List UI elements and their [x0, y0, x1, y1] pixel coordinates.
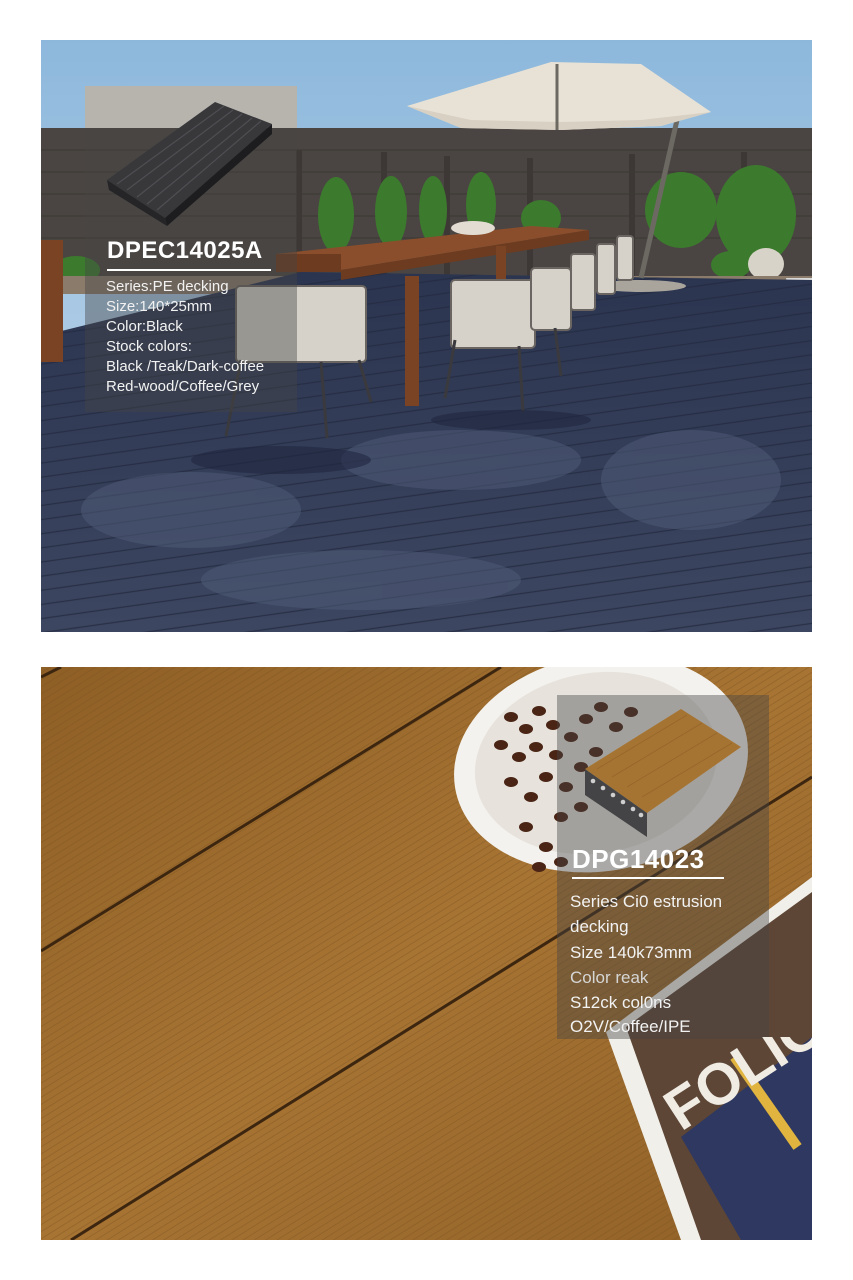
product-model-title: DPEC14025A [107, 237, 263, 264]
spec-color: Color reak [570, 968, 649, 987]
spec-series: Series Ci0 estrusion [570, 892, 723, 911]
spec-series-cont: decking [570, 917, 629, 936]
spec-stock-colors-label: Stock colors: [106, 338, 192, 355]
black-decking-photo: DPEC14025A Series:PE decking Size:140*25… [41, 40, 812, 632]
spec-stock-colors-line: O2V/Coffee/IPE [570, 1017, 691, 1036]
spec-series: Series:PE decking [106, 278, 229, 295]
teak-decking-photo: FOLIO DPG14023 Series Ci0 estrusion deck… [41, 667, 812, 1240]
decking-board-sample [107, 102, 272, 226]
spec-stock-colors-label: S12ck col0ns [570, 993, 672, 1012]
spec-stock-colors-line1: Black /Teak/Dark-coffee [106, 358, 265, 375]
title-underline [107, 269, 271, 271]
magazine-title-text: FOLIO [661, 1037, 812, 1143]
spec-color: Color:Black [106, 318, 183, 335]
title-underline [572, 877, 724, 879]
magazine-cover-lettering: FOLIO [661, 1037, 812, 1143]
decking-board-sample [585, 709, 741, 837]
spec-size: Size 140k73mm [570, 943, 692, 962]
spec-size: Size:140*25mm [106, 298, 212, 315]
product-model-title: DPG14023 [572, 844, 705, 874]
spec-stock-colors-line2: Red-wood/Coffee/Grey [106, 378, 260, 395]
